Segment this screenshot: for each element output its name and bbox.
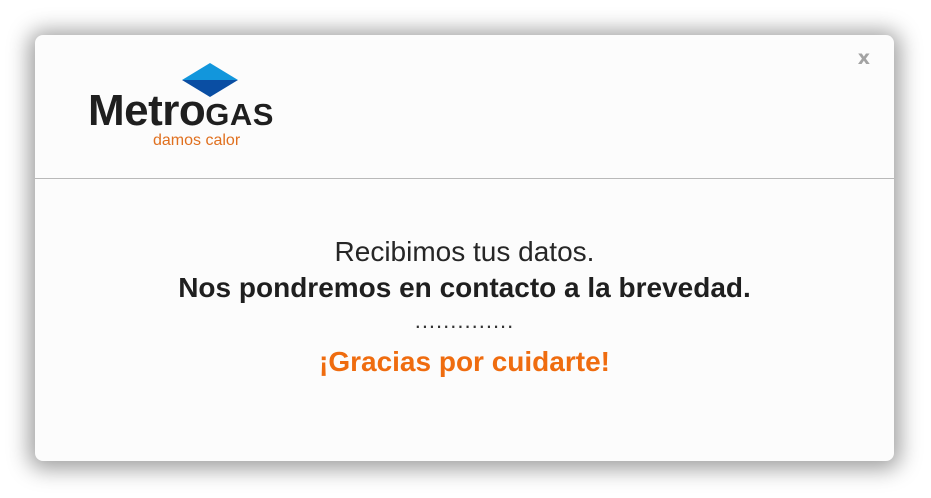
logo-tagline: damos calor: [153, 132, 241, 149]
confirmation-dialog: x MetroGAS damos calor Recibimos tus dat…: [35, 35, 894, 461]
logo-wordmark: MetroGAS: [88, 89, 274, 133]
logo-name-caps: GAS: [205, 97, 274, 132]
metrogas-logo: MetroGAS damos calor: [88, 63, 288, 153]
contact-soon-text: Nos pondremos en contacto a la brevedad.: [178, 272, 751, 303]
confirmation-message: Recibimos tus datos. Nos pondremos en co…: [35, 234, 894, 380]
received-data-text: Recibimos tus datos.: [334, 236, 595, 267]
header-divider: [35, 178, 894, 179]
logo-name-regular: Metro: [88, 86, 206, 135]
dotted-separator: ..............: [414, 308, 515, 333]
close-button[interactable]: x: [858, 49, 870, 68]
thanks-text: ¡Gracias por cuidarte!: [319, 346, 610, 377]
